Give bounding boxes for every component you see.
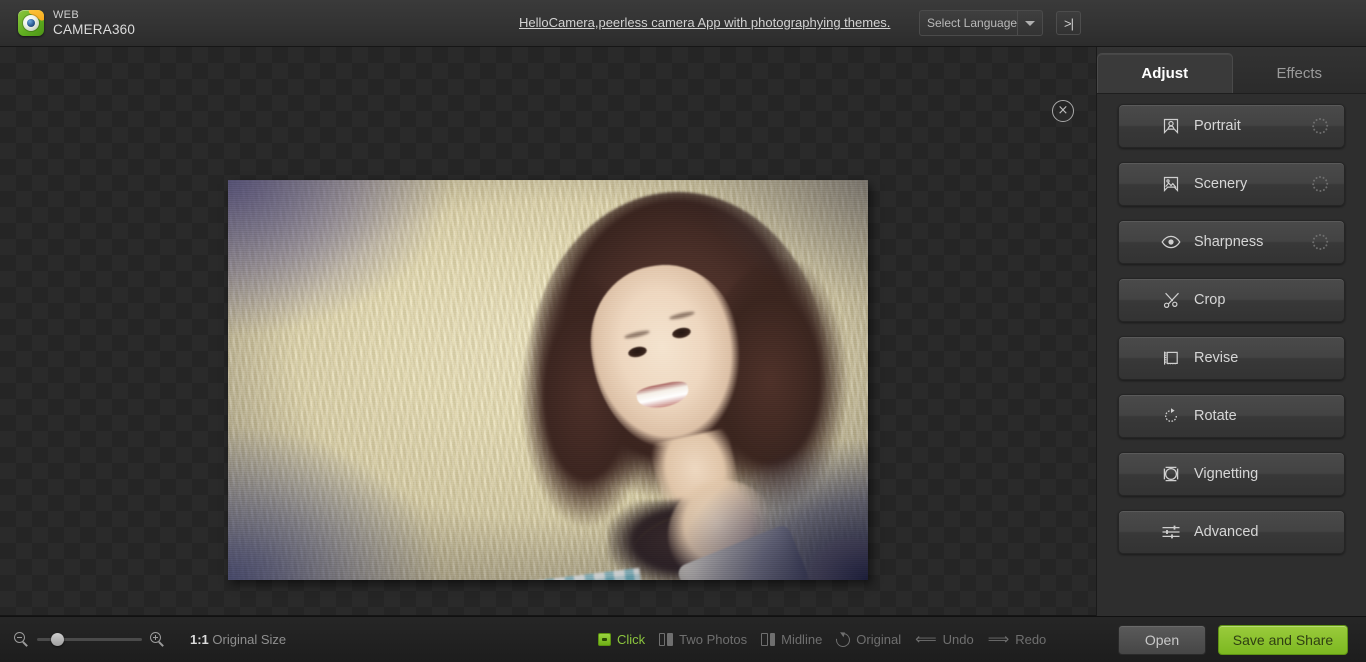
sidebar-tabs: Adjust Effects	[1097, 47, 1366, 94]
zoom-slider[interactable]	[37, 633, 142, 646]
camera360-web-editor: WEB CAMERA360 HelloCamera,peerless camer…	[0, 0, 1366, 662]
click-mode-icon	[598, 633, 611, 646]
collapse-panel-button[interactable]: >|	[1056, 11, 1081, 35]
adjust-tool-list: Portrait Scenery Sharpness Crop Revise R…	[1097, 94, 1366, 568]
sliders-icon	[1157, 524, 1185, 540]
brand[interactable]: WEB CAMERA360	[18, 9, 135, 37]
sidebar-item-crop[interactable]: Crop	[1118, 278, 1345, 322]
zoom-size-label: Original Size	[212, 632, 287, 647]
rotate-icon	[1157, 407, 1185, 425]
eye-icon	[1157, 235, 1185, 249]
undo-arrow-icon: ⟸	[915, 630, 937, 648]
promo-link[interactable]: HelloCamera,peerless camera App with pho…	[519, 15, 890, 30]
loading-dots-icon	[1312, 118, 1329, 134]
brand-line-web: WEB	[53, 9, 79, 22]
sidebar-item-label: Scenery	[1194, 176, 1248, 192]
right-sidebar: Adjust Effects Portrait Scenery Sharpnes…	[1096, 47, 1366, 616]
app-header: WEB CAMERA360 HelloCamera,peerless camer…	[0, 0, 1366, 47]
zoom-level-label: 1:1 Original Size	[190, 632, 286, 647]
sidebar-item-label: Advanced	[1194, 524, 1259, 540]
scissors-icon	[1157, 291, 1185, 309]
view-tool-label: Click	[617, 632, 646, 647]
view-tool-label: Undo	[942, 632, 974, 647]
tab-effects[interactable]: Effects	[1233, 53, 1366, 93]
sidebar-item-rotate[interactable]: Rotate	[1118, 394, 1345, 438]
zoom-ratio: 1:1	[190, 632, 209, 647]
sidebar-item-advanced[interactable]: Advanced	[1118, 510, 1345, 554]
zoom-slider-handle[interactable]	[50, 633, 64, 646]
sidebar-item-label: Revise	[1194, 350, 1239, 366]
portrait-icon	[1157, 117, 1185, 135]
language-select-arrow[interactable]	[1017, 11, 1042, 35]
view-tool-two-photos[interactable]: Two Photos	[659, 632, 747, 647]
sidebar-item-revise[interactable]: Revise	[1118, 336, 1345, 380]
zoom-in-icon[interactable]	[150, 632, 165, 647]
zoom-out-icon[interactable]	[14, 632, 29, 647]
sidebar-item-label: Rotate	[1194, 408, 1237, 424]
view-tool-midline[interactable]: Midline	[761, 632, 822, 647]
close-icon[interactable]: ×	[1052, 100, 1074, 122]
sidebar-item-label: Portrait	[1194, 118, 1241, 134]
view-tool-redo[interactable]: ⟹ Redo	[987, 630, 1047, 648]
chevron-down-icon	[1025, 20, 1036, 26]
two-photos-icon	[659, 633, 674, 646]
sidebar-item-scenery[interactable]: Scenery	[1118, 162, 1345, 206]
view-tool-label: Redo	[1015, 632, 1047, 647]
sidebar-item-sharpness[interactable]: Sharpness	[1118, 220, 1345, 264]
tab-adjust[interactable]: Adjust	[1097, 53, 1233, 93]
photo-canvas[interactable]: ×	[0, 47, 1096, 616]
sidebar-item-vignetting[interactable]: Vignetting	[1118, 452, 1345, 496]
body-row: × Adjust Effects Portrait Scenery Sharpn…	[0, 47, 1366, 616]
footer-actions: Open Save and Share	[1118, 624, 1348, 655]
sidebar-item-portrait[interactable]: Portrait	[1118, 104, 1345, 148]
redo-arrow-icon: ⟹	[987, 630, 1010, 648]
scenery-icon	[1157, 175, 1185, 193]
photo-grain	[228, 180, 868, 580]
loading-dots-icon	[1312, 234, 1329, 250]
view-tool-label: Midline	[781, 632, 823, 647]
sidebar-item-label: Crop	[1194, 292, 1226, 308]
view-tool-label: Original	[856, 632, 902, 647]
language-select-value: Select Language	[927, 16, 1018, 30]
photo-preview[interactable]	[228, 180, 868, 580]
vignette-circle-icon	[1157, 465, 1185, 483]
save-and-share-button[interactable]: Save and Share	[1218, 624, 1348, 655]
sidebar-item-label: Sharpness	[1194, 234, 1264, 250]
open-button[interactable]: Open	[1118, 624, 1206, 655]
reload-icon	[833, 629, 854, 650]
midline-icon	[761, 633, 776, 646]
language-select[interactable]: Select Language	[919, 10, 1043, 36]
loading-dots-icon	[1312, 176, 1329, 192]
logo-eye-inner	[23, 14, 39, 31]
view-mode-tools: Click Two Photos Midline Original ⟸ Undo…	[598, 629, 1047, 650]
view-tool-original[interactable]: Original	[833, 629, 902, 650]
revise-frame-icon	[1157, 349, 1185, 367]
view-tool-click[interactable]: Click	[598, 632, 645, 647]
view-tool-label: Two Photos	[679, 632, 748, 647]
brand-line-camera360: CAMERA360	[53, 21, 136, 37]
view-tool-undo[interactable]: ⟸ Undo	[915, 630, 974, 648]
brand-text: WEB CAMERA360	[53, 9, 135, 36]
bottom-toolbar: 1:1 Original Size Click Two Photos Midli…	[0, 616, 1366, 662]
sidebar-item-label: Vignetting	[1194, 466, 1259, 482]
camera360-eye-logo-icon	[18, 9, 44, 36]
zoom-controls: 1:1 Original Size	[14, 632, 286, 647]
